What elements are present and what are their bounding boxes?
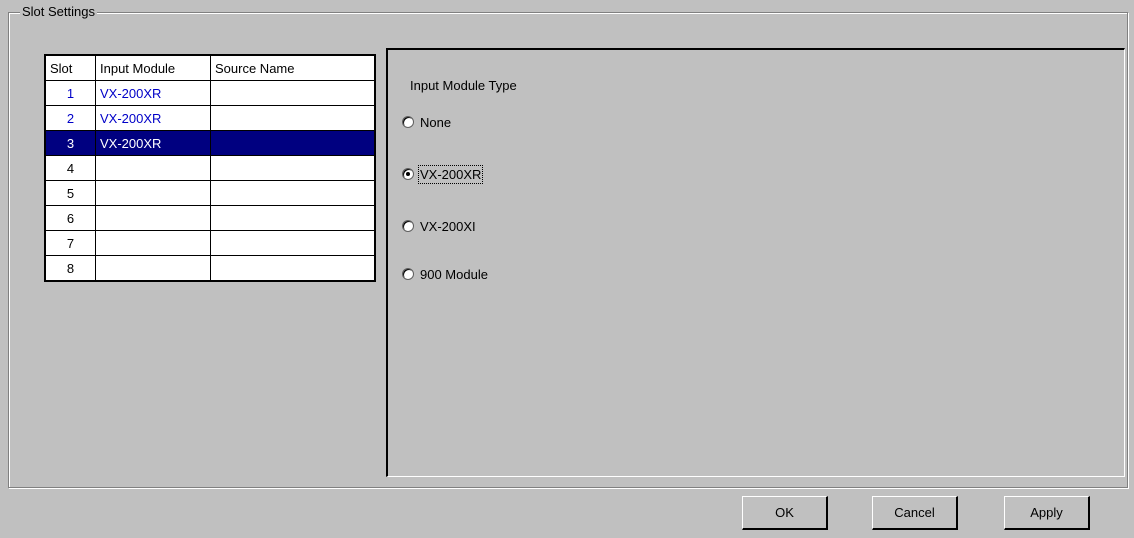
radio-option-vx-200xi[interactable]: VX-200XI — [402, 216, 476, 236]
input-module-cell[interactable] — [95, 255, 211, 282]
table-row[interactable]: 2 VX-200XR — [44, 105, 376, 131]
radio-option-none[interactable]: None — [402, 112, 451, 132]
table-row-selected[interactable]: 3 VX-200XR — [44, 130, 376, 156]
input-module-cell[interactable] — [95, 205, 211, 231]
cancel-button[interactable]: Cancel — [872, 496, 958, 530]
ok-button[interactable]: OK — [742, 496, 828, 530]
radio-button-900-module[interactable] — [402, 268, 414, 280]
slot-cell[interactable]: 4 — [44, 155, 96, 181]
radio-button-vx-200xi[interactable] — [402, 220, 414, 232]
apply-button[interactable]: Apply — [1004, 496, 1090, 530]
module-type-panel — [386, 48, 1125, 477]
table-row[interactable]: 6 — [44, 205, 376, 231]
source-name-cell[interactable] — [210, 105, 376, 131]
source-name-cell[interactable] — [210, 255, 376, 282]
source-name-cell[interactable] — [210, 180, 376, 206]
column-header-input-module[interactable]: Input Module — [95, 54, 211, 81]
slot-table: Slot Input Module Source Name 1 VX-200XR… — [44, 54, 376, 282]
radio-label-900-module[interactable]: 900 Module — [420, 267, 488, 282]
table-row[interactable]: 7 — [44, 230, 376, 256]
radio-button-none[interactable] — [402, 116, 414, 128]
slot-cell[interactable]: 8 — [44, 255, 96, 282]
radio-option-900-module[interactable]: 900 Module — [402, 264, 488, 284]
slot-cell[interactable]: 7 — [44, 230, 96, 256]
source-name-cell[interactable] — [210, 155, 376, 181]
slot-cell[interactable]: 6 — [44, 205, 96, 231]
input-module-cell[interactable]: VX-200XR — [95, 130, 211, 156]
table-header-row: Slot Input Module Source Name — [44, 54, 376, 81]
module-type-title: Input Module Type — [410, 78, 517, 93]
source-name-cell[interactable] — [210, 205, 376, 231]
slot-cell[interactable]: 5 — [44, 180, 96, 206]
input-module-cell[interactable]: VX-200XR — [95, 105, 211, 131]
table-row[interactable]: 1 VX-200XR — [44, 80, 376, 106]
table-row[interactable]: 5 — [44, 180, 376, 206]
slot-cell[interactable]: 3 — [44, 130, 96, 156]
slot-cell[interactable]: 1 — [44, 80, 96, 106]
input-module-cell[interactable]: VX-200XR — [95, 80, 211, 106]
input-module-cell[interactable] — [95, 180, 211, 206]
input-module-cell[interactable] — [95, 230, 211, 256]
radio-label-none[interactable]: None — [420, 115, 451, 130]
radio-option-vx-200xr[interactable]: VX-200XR — [402, 164, 484, 184]
column-header-slot[interactable]: Slot — [44, 54, 96, 81]
radio-label-vx-200xi[interactable]: VX-200XI — [420, 219, 476, 234]
input-module-cell[interactable] — [95, 155, 211, 181]
slot-cell[interactable]: 2 — [44, 105, 96, 131]
slot-settings-title: Slot Settings — [20, 4, 97, 20]
source-name-cell[interactable] — [210, 130, 376, 156]
table-row[interactable]: 8 — [44, 255, 376, 282]
source-name-cell[interactable] — [210, 80, 376, 106]
column-header-source-name[interactable]: Source Name — [210, 54, 376, 81]
source-name-cell[interactable] — [210, 230, 376, 256]
radio-button-vx-200xr[interactable] — [402, 168, 414, 180]
table-row[interactable]: 4 — [44, 155, 376, 181]
radio-label-vx-200xr[interactable]: VX-200XR — [417, 164, 484, 184]
